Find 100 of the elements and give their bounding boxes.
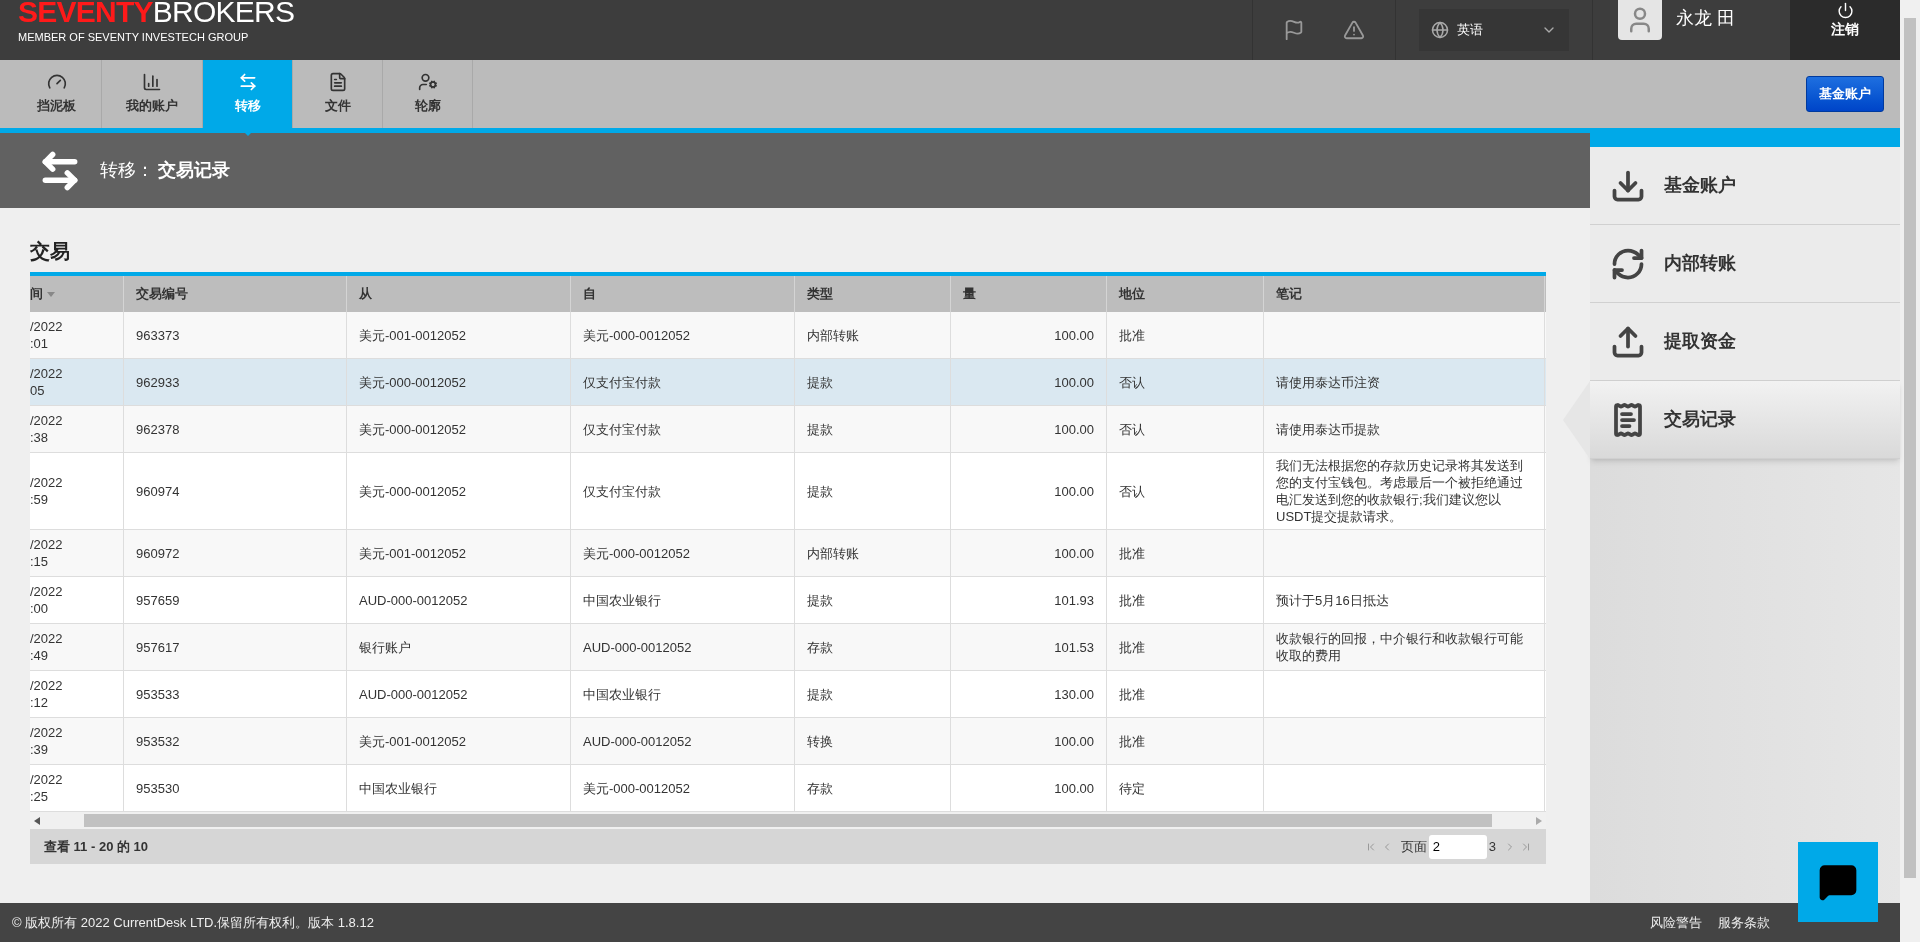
table-row[interactable]: /2022 :49 957617 银行账户 AUD-000-0012052 存款 101.53 批准 收款银行的回报，中介银行和收款银行可能收取的费用: [30, 624, 1546, 671]
table-cell: 957617: [136, 638, 180, 656]
table-cell-text: 收款银行的回报，中介银行和收款银行可能收取的费用: [1276, 630, 1524, 665]
logout-button[interactable]: 注销: [1790, 0, 1900, 60]
table-cell: 100.00: [1054, 373, 1094, 391]
table-cell: 仅支付宝付款: [583, 420, 661, 438]
table-cell: 中国农业银行: [583, 685, 661, 703]
tab-icon: [142, 72, 162, 93]
table-cell: 转换: [807, 732, 833, 750]
table-cell: /2022 :39: [30, 724, 63, 758]
table-cell: 100.00: [1054, 779, 1094, 797]
scroll-right-icon[interactable]: [1536, 816, 1542, 825]
table-row[interactable]: /2022 :38 962378 美元-000-0012052 仅支付宝付款 提款 100.00 否认 请使用泰达币提款: [30, 406, 1546, 453]
table-cell: 美元-000-0012052: [359, 482, 466, 500]
warning-icon[interactable]: [1343, 19, 1365, 41]
table-cell-text: 预计于5月16日抵达: [1276, 591, 1389, 610]
table-cell: 101.93: [1054, 591, 1094, 609]
table-row[interactable]: /2022 :01 963373 美元-001-0012052 美元-000-0012052 内部转账 100.00 批准: [30, 312, 1546, 359]
table-cell: 否认: [1119, 482, 1145, 500]
table-cell: /2022 :59: [30, 474, 63, 508]
table-cell: /2022 :15: [30, 536, 63, 570]
table-cell: 中国农业银行: [359, 779, 437, 797]
language-dropdown[interactable]: 英语: [1419, 9, 1569, 51]
table-row[interactable]: /2022 :25 953530 中国农业银行 美元-000-0012052 存款 100.00 待定: [30, 765, 1546, 812]
page-field[interactable]: 2: [1428, 834, 1487, 859]
brand-logo: SEVENTYBROKERS: [18, 0, 295, 24]
table-cell: /2022 :12: [30, 677, 63, 711]
sidebar-item[interactable]: 内部转账: [1590, 225, 1900, 303]
table-row[interactable]: /2022 :00 957659 AUD-000-0012052 中国农业银行 提款 101.93 批准 预计于5月16日抵达: [30, 577, 1546, 624]
table-cell: 仅支付宝付款: [583, 482, 661, 500]
section-title: 交易: [30, 239, 71, 264]
table-cell: 待定: [1119, 779, 1145, 797]
sidebar-item[interactable]: 交易记录: [1590, 381, 1900, 459]
page-total: 3: [1488, 837, 1496, 856]
table-cell: 批准: [1119, 685, 1145, 703]
table-row[interactable]: /2022 05 962933 美元-000-0012052 仅支付宝付款 提款 100.00 否认 请使用泰达币注资: [30, 359, 1546, 406]
table-cell: /2022 :49: [30, 630, 63, 664]
table-cell: 内部转账: [807, 544, 859, 562]
table-cell: AUD-000-0012052: [583, 638, 692, 656]
table-cell: 美元-000-0012052: [583, 779, 690, 797]
table-cell: 美元-001-0012052: [359, 544, 466, 562]
table-cell: 963373: [136, 326, 180, 344]
tab-icon: [417, 72, 438, 93]
table-cell: 130.00: [1054, 685, 1094, 703]
table-cell: 953532: [136, 732, 180, 750]
sidebar-item[interactable]: 提取资金: [1590, 303, 1900, 381]
chat-icon: [1818, 862, 1858, 902]
table-cell: 962378: [136, 420, 180, 438]
table-cell: 美元-000-0012052: [359, 420, 466, 438]
table-cell: 美元-000-0012052: [583, 544, 690, 562]
table-cell: 提款: [807, 420, 833, 438]
table-cell: /2022 :38: [30, 412, 63, 446]
copyright-text: © 版权所有 2022 CurrentDesk LTD.保留所有权利。版本 1.8.12: [12, 913, 375, 932]
table-cell: 100.00: [1054, 544, 1094, 562]
table-cell: 美元-001-0012052: [359, 732, 466, 750]
user-name[interactable]: 永龙 田: [1676, 5, 1735, 32]
table-cell: 提款: [807, 482, 833, 500]
table-row[interactable]: /2022 :15 960972 美元-001-0012052 美元-000-0012052 内部转账 100.00 批准: [30, 530, 1546, 577]
chat-button[interactable]: [1798, 842, 1878, 922]
table-cell: 批准: [1119, 591, 1145, 609]
table-cell: /2022 05: [30, 365, 63, 399]
table-cell: 美元-000-0012052: [359, 373, 466, 391]
table-cell: /2022 :25: [30, 771, 63, 805]
table-cell: /2022 :00: [30, 583, 63, 617]
table-row[interactable]: /2022 :39 953532 美元-001-0012052 AUD-000-0012052 转换 100.00 批准: [30, 718, 1546, 765]
page-title: 转移： 交易记录: [100, 159, 230, 182]
globe-icon: [1431, 21, 1449, 39]
last-page-icon[interactable]: [1520, 840, 1532, 853]
table-cell: 仅支付宝付款: [583, 373, 661, 391]
table-cell: 批准: [1119, 326, 1145, 344]
table-cell-text: 请使用泰达币注资: [1276, 373, 1380, 392]
table-cell: 存款: [807, 779, 833, 797]
table-cell: 100.00: [1054, 732, 1094, 750]
table-cell: 提款: [807, 373, 833, 391]
table-cell: 960974: [136, 482, 180, 500]
scroll-left-icon[interactable]: [34, 816, 40, 825]
table-cell: AUD-000-0012052: [583, 732, 692, 750]
table-cell: 100.00: [1054, 420, 1094, 438]
flag-icon[interactable]: [1283, 19, 1305, 41]
table-cell: 101.53: [1054, 638, 1094, 656]
table-cell: /2022 :01: [30, 318, 63, 352]
table-cell: 内部转账: [807, 326, 859, 344]
logo-tagline: MEMBER OF SEVENTY INVESTECH GROUP: [18, 30, 250, 45]
table-row[interactable]: /2022 :12 953533 AUD-000-0012052 中国农业银行 提款 130.00 批准: [30, 671, 1546, 718]
footer-link[interactable]: 风险警告: [1650, 912, 1702, 933]
table-cell: 中国农业银行: [583, 591, 661, 609]
fund-account-button[interactable]: 基金账户: [1806, 76, 1884, 112]
table-row[interactable]: /2022 :59 960974 美元-000-0012052 仅支付宝付款 提款 100.00 否认 我们无法根据您的存款历史记录将其发送到您的支付宝钱包。考虑最后一个被拒绝通过电汇发送到您的收款银行;我们建议您以USDT提交提款请求。: [30, 453, 1546, 530]
footer-link[interactable]: 服务条款: [1718, 912, 1770, 933]
table-cell: 批准: [1119, 732, 1145, 750]
sidebar-item[interactable]: 基金账户: [1590, 147, 1900, 225]
table-cell: 953533: [136, 685, 180, 703]
table-cell: 957659: [136, 591, 180, 609]
table-cell: 美元-000-0012052: [583, 326, 690, 344]
table-cell: 美元-001-0012052: [359, 326, 466, 344]
table-cell: 953530: [136, 779, 180, 797]
table-cell: 960972: [136, 544, 180, 562]
avatar[interactable]: [1618, 0, 1662, 40]
table-cell: 提款: [807, 591, 833, 609]
table-cell: 批准: [1119, 638, 1145, 656]
